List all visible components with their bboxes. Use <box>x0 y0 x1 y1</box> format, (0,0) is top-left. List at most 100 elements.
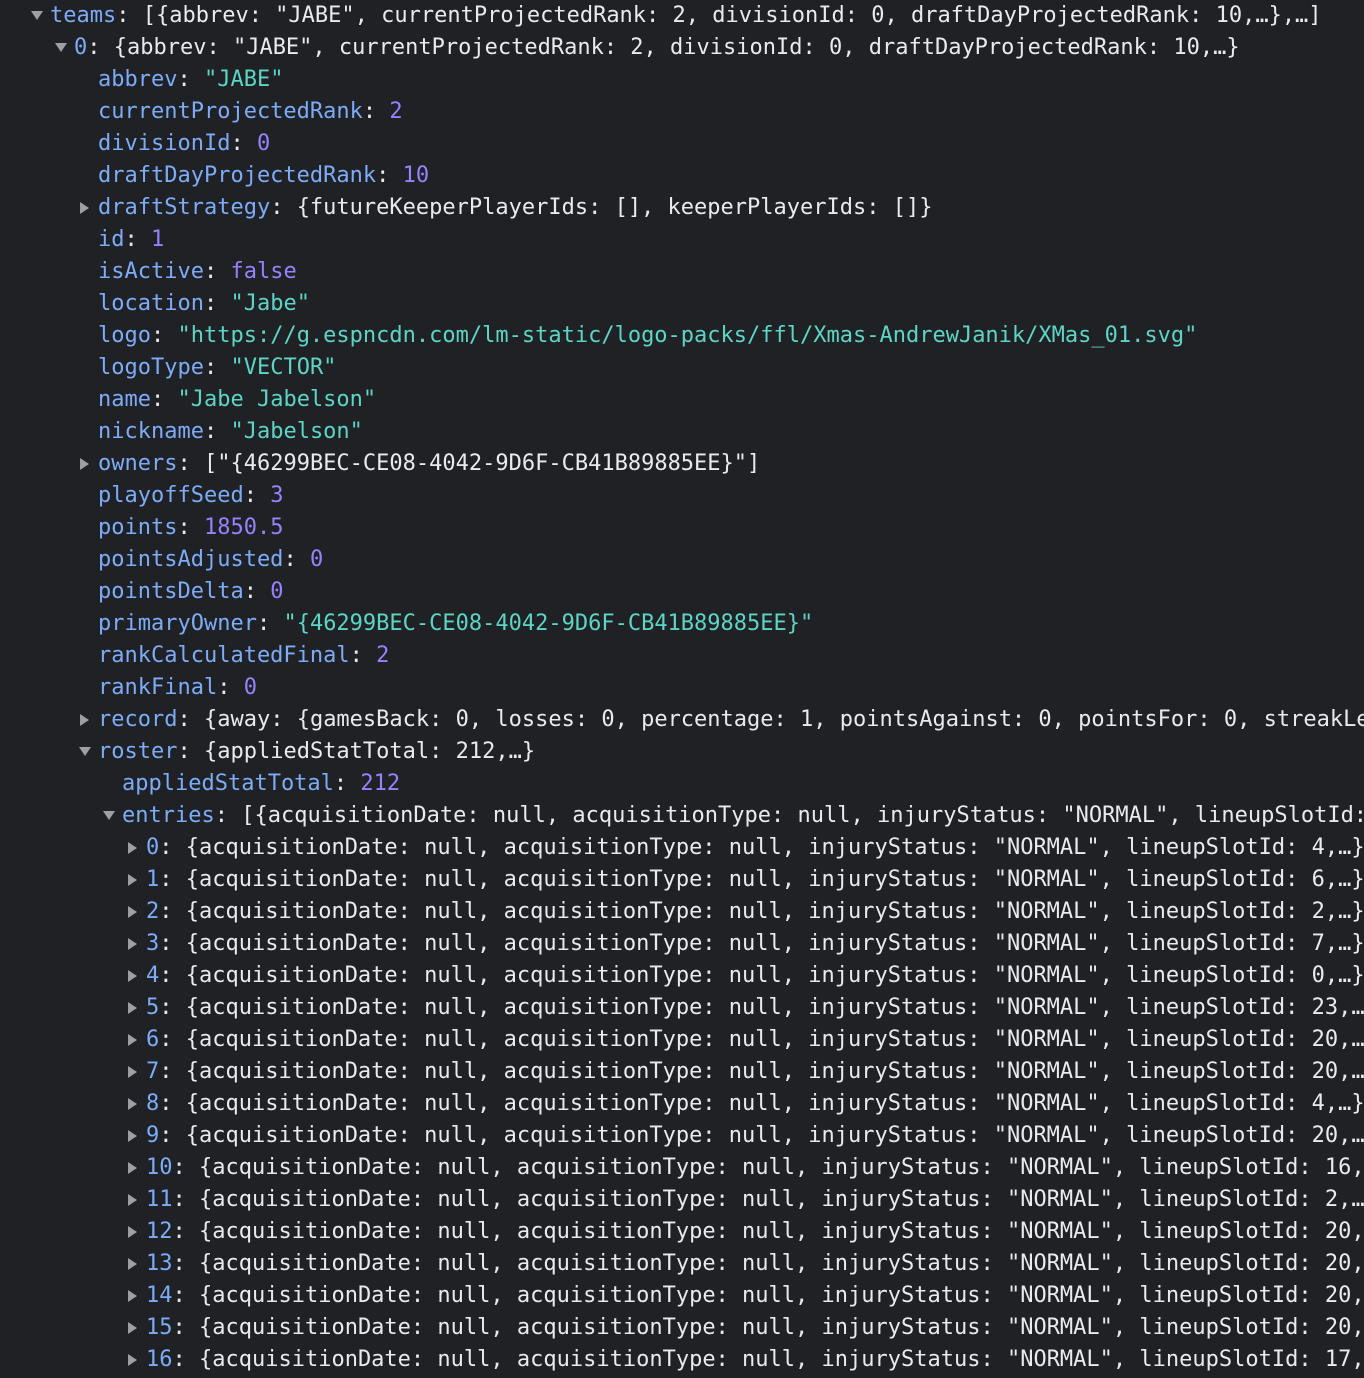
collapse-triangle-right-icon[interactable] <box>128 1322 137 1334</box>
tree-row-content: isActive: false <box>98 256 297 288</box>
tree-row-content: roster: {appliedStatTotal: 212,…} <box>98 736 535 768</box>
tree-row[interactable]: 7: {acquisitionDate: null, acquisitionTy… <box>0 1056 1364 1088</box>
property-key: appliedStatTotal <box>122 771 334 796</box>
tree-row[interactable]: 3: {acquisitionDate: null, acquisitionTy… <box>0 928 1364 960</box>
object-preview: {acquisitionDate: null, acquisitionType:… <box>199 1315 1364 1340</box>
tree-row[interactable]: 10: {acquisitionDate: null, acquisitionT… <box>0 1152 1364 1184</box>
object-preview: {acquisitionDate: null, acquisitionType:… <box>185 1123 1364 1148</box>
object-preview: {abbrev: "JABE", currentProjectedRank: 2… <box>113 35 1240 60</box>
tree-row[interactable]: teams: [{abbrev: "JABE", currentProjecte… <box>0 0 1364 32</box>
collapse-triangle-right-icon[interactable] <box>128 1002 137 1014</box>
tree-row-content: 14: {acquisitionDate: null, acquisitionT… <box>146 1280 1364 1312</box>
tree-row-content: draftDayProjectedRank: 10 <box>98 160 429 192</box>
tree-row-content: points: 1850.5 <box>98 512 283 544</box>
property-key: 16 <box>146 1347 173 1372</box>
tree-row-content: playoffSeed: 3 <box>98 480 283 512</box>
property-value: 10 <box>402 163 430 188</box>
collapse-triangle-right-icon[interactable] <box>128 842 137 854</box>
property-key: rankCalculatedFinal <box>98 643 350 668</box>
colon: : <box>116 3 143 28</box>
tree-row-content: rankFinal: 0 <box>98 672 257 704</box>
tree-row[interactable]: 9: {acquisitionDate: null, acquisitionTy… <box>0 1120 1364 1152</box>
collapse-triangle-right-icon[interactable] <box>128 1034 137 1046</box>
property-value: "{46299BEC-CE08-4042-9D6F-CB41B89885EE}" <box>283 611 814 636</box>
tree-row[interactable]: owners: ["{46299BEC-CE08-4042-9D6F-CB41B… <box>0 448 1364 480</box>
object-preview: {acquisitionDate: null, acquisitionType:… <box>185 899 1364 924</box>
property-value: "Jabe Jabelson" <box>177 387 377 412</box>
tree-row[interactable]: draftStrategy: {futureKeeperPlayerIds: [… <box>0 192 1364 224</box>
tree-row[interactable]: 12: {acquisitionDate: null, acquisitionT… <box>0 1216 1364 1248</box>
object-preview: {acquisitionDate: null, acquisitionType:… <box>185 931 1364 956</box>
collapse-triangle-right-icon[interactable] <box>128 938 137 950</box>
collapse-triangle-right-icon[interactable] <box>80 714 89 726</box>
collapse-triangle-right-icon[interactable] <box>128 1130 137 1142</box>
tree-row[interactable]: 2: {acquisitionDate: null, acquisitionTy… <box>0 896 1364 928</box>
expand-triangle-down-icon[interactable] <box>31 11 43 20</box>
collapse-triangle-right-icon[interactable] <box>128 1194 137 1206</box>
colon: : <box>124 227 151 252</box>
collapse-triangle-right-icon[interactable] <box>128 1066 137 1078</box>
tree-row[interactable]: 4: {acquisitionDate: null, acquisitionTy… <box>0 960 1364 992</box>
json-tree-view: teams: [{abbrev: "JABE", currentProjecte… <box>0 0 1364 1378</box>
tree-row-content: 16: {acquisitionDate: null, acquisitionT… <box>146 1344 1364 1376</box>
collapse-triangle-right-icon[interactable] <box>80 202 89 214</box>
collapse-triangle-right-icon[interactable] <box>128 1290 137 1302</box>
collapse-triangle-right-icon[interactable] <box>128 906 137 918</box>
collapse-triangle-right-icon[interactable] <box>128 1098 137 1110</box>
object-preview: {acquisitionDate: null, acquisitionType:… <box>185 835 1364 860</box>
colon: : <box>270 195 297 220</box>
tree-row[interactable]: 1: {acquisitionDate: null, acquisitionTy… <box>0 864 1364 896</box>
collapse-triangle-right-icon[interactable] <box>128 1354 137 1366</box>
tree-row-content: pointsDelta: 0 <box>98 576 283 608</box>
tree-row[interactable]: record: {away: {gamesBack: 0, losses: 0,… <box>0 704 1364 736</box>
tree-row[interactable]: 11: {acquisitionDate: null, acquisitionT… <box>0 1184 1364 1216</box>
property-key: divisionId <box>98 131 231 156</box>
tree-row[interactable]: 15: {acquisitionDate: null, acquisitionT… <box>0 1312 1364 1344</box>
property-key: rankFinal <box>98 675 218 700</box>
expand-triangle-down-icon[interactable] <box>55 43 67 52</box>
tree-row[interactable]: roster: {appliedStatTotal: 212,…} <box>0 736 1364 768</box>
colon: : <box>159 995 186 1020</box>
object-preview: {acquisitionDate: null, acquisitionType:… <box>199 1219 1364 1244</box>
property-value: 1 <box>151 227 165 252</box>
tree-row-content: 0: {abbrev: "JABE", currentProjectedRank… <box>74 32 1240 64</box>
colon: : <box>150 323 178 348</box>
tree-row: draftDayProjectedRank: 10 <box>0 160 1364 192</box>
collapse-triangle-right-icon[interactable] <box>128 1226 137 1238</box>
collapse-triangle-right-icon[interactable] <box>128 970 137 982</box>
tree-row[interactable]: 13: {acquisitionDate: null, acquisitionT… <box>0 1248 1364 1280</box>
tree-row[interactable]: 6: {acquisitionDate: null, acquisitionTy… <box>0 1024 1364 1056</box>
property-key: logo <box>98 323 151 348</box>
tree-row[interactable]: 0: {acquisitionDate: null, acquisitionTy… <box>0 832 1364 864</box>
expand-triangle-down-icon[interactable] <box>79 747 91 756</box>
tree-row[interactable]: 16: {acquisitionDate: null, acquisitionT… <box>0 1344 1364 1376</box>
colon: : <box>203 259 231 284</box>
tree-row-content: rankCalculatedFinal: 2 <box>98 640 389 672</box>
collapse-triangle-right-icon[interactable] <box>128 1162 137 1174</box>
property-key: playoffSeed <box>98 483 244 508</box>
tree-row[interactable]: 8: {acquisitionDate: null, acquisitionTy… <box>0 1088 1364 1120</box>
colon: : <box>172 1347 199 1372</box>
tree-row[interactable]: entries: [{acquisitionDate: null, acquis… <box>0 800 1364 832</box>
property-key: 11 <box>146 1187 173 1212</box>
property-key: entries <box>122 803 215 828</box>
colon: : <box>172 1315 199 1340</box>
colon: : <box>172 1187 199 1212</box>
property-key: 4 <box>146 963 160 988</box>
tree-row[interactable]: 0: {abbrev: "JABE", currentProjectedRank… <box>0 32 1364 64</box>
property-value: 2 <box>389 99 403 124</box>
expand-triangle-down-icon[interactable] <box>103 811 115 820</box>
tree-row[interactable]: 14: {acquisitionDate: null, acquisitionT… <box>0 1280 1364 1312</box>
tree-row-content: 0: {acquisitionDate: null, acquisitionTy… <box>146 832 1364 864</box>
collapse-triangle-right-icon[interactable] <box>80 458 89 470</box>
collapse-triangle-right-icon[interactable] <box>128 874 137 886</box>
property-key: 1 <box>146 867 160 892</box>
property-key: 8 <box>146 1091 160 1116</box>
tree-row[interactable]: 5: {acquisitionDate: null, acquisitionTy… <box>0 992 1364 1024</box>
property-key: points <box>98 515 178 540</box>
property-key: 3 <box>146 931 160 956</box>
colon: : <box>172 1219 199 1244</box>
colon: : <box>376 163 403 188</box>
property-value: 0 <box>243 675 257 700</box>
collapse-triangle-right-icon[interactable] <box>128 1258 137 1270</box>
